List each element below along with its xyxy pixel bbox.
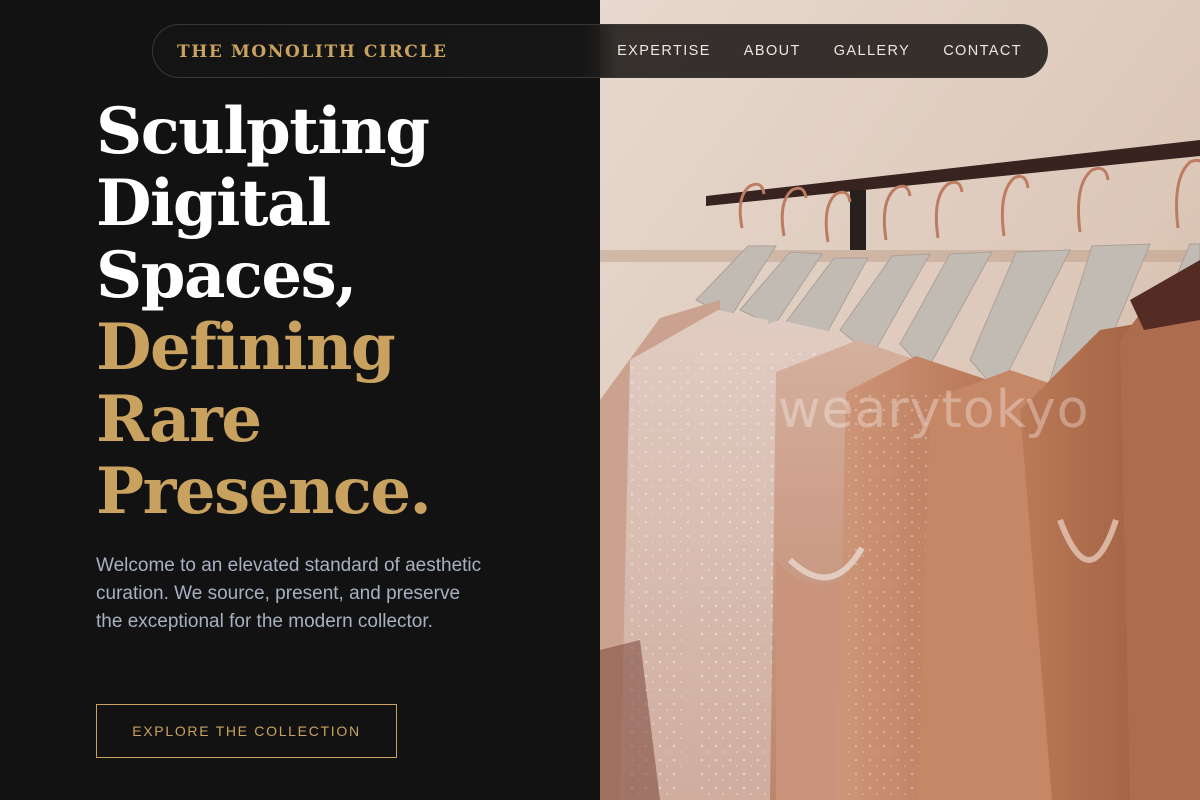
nav-gallery[interactable]: GALLERY [834, 43, 910, 59]
hero-image: wearytokyo [600, 0, 1200, 800]
hero-headline: Sculpting Digital Spaces, Defining Rare … [96, 94, 432, 529]
headline-line-accent: Rare [96, 382, 262, 457]
explore-collection-button[interactable]: EXPLORE THE COLLECTION [96, 704, 397, 758]
nav-expertise[interactable]: EXPERTISE [617, 43, 711, 59]
image-watermark: wearytokyo [778, 380, 1090, 440]
headline-line: Digital [96, 166, 331, 241]
headline-line: Sculpting [96, 94, 430, 169]
headline-line-accent: Defining [96, 310, 396, 385]
nav-about[interactable]: ABOUT [744, 43, 801, 59]
headline-line: Spaces, [96, 238, 357, 313]
hero-lede: Welcome to an elevated standard of aesth… [96, 555, 482, 632]
top-nav: THE MONOLITH CIRCLE EXPERTISE ABOUT GALL… [152, 24, 1048, 78]
nav-links: EXPERTISE ABOUT GALLERY CONTACT [617, 43, 1022, 59]
headline-line-accent: Presence. [96, 454, 432, 529]
hero-panel: Sculpting Digital Spaces, Defining Rare … [0, 0, 600, 800]
brand-logo[interactable]: THE MONOLITH CIRCLE [177, 42, 448, 62]
nav-contact[interactable]: CONTACT [943, 43, 1022, 59]
